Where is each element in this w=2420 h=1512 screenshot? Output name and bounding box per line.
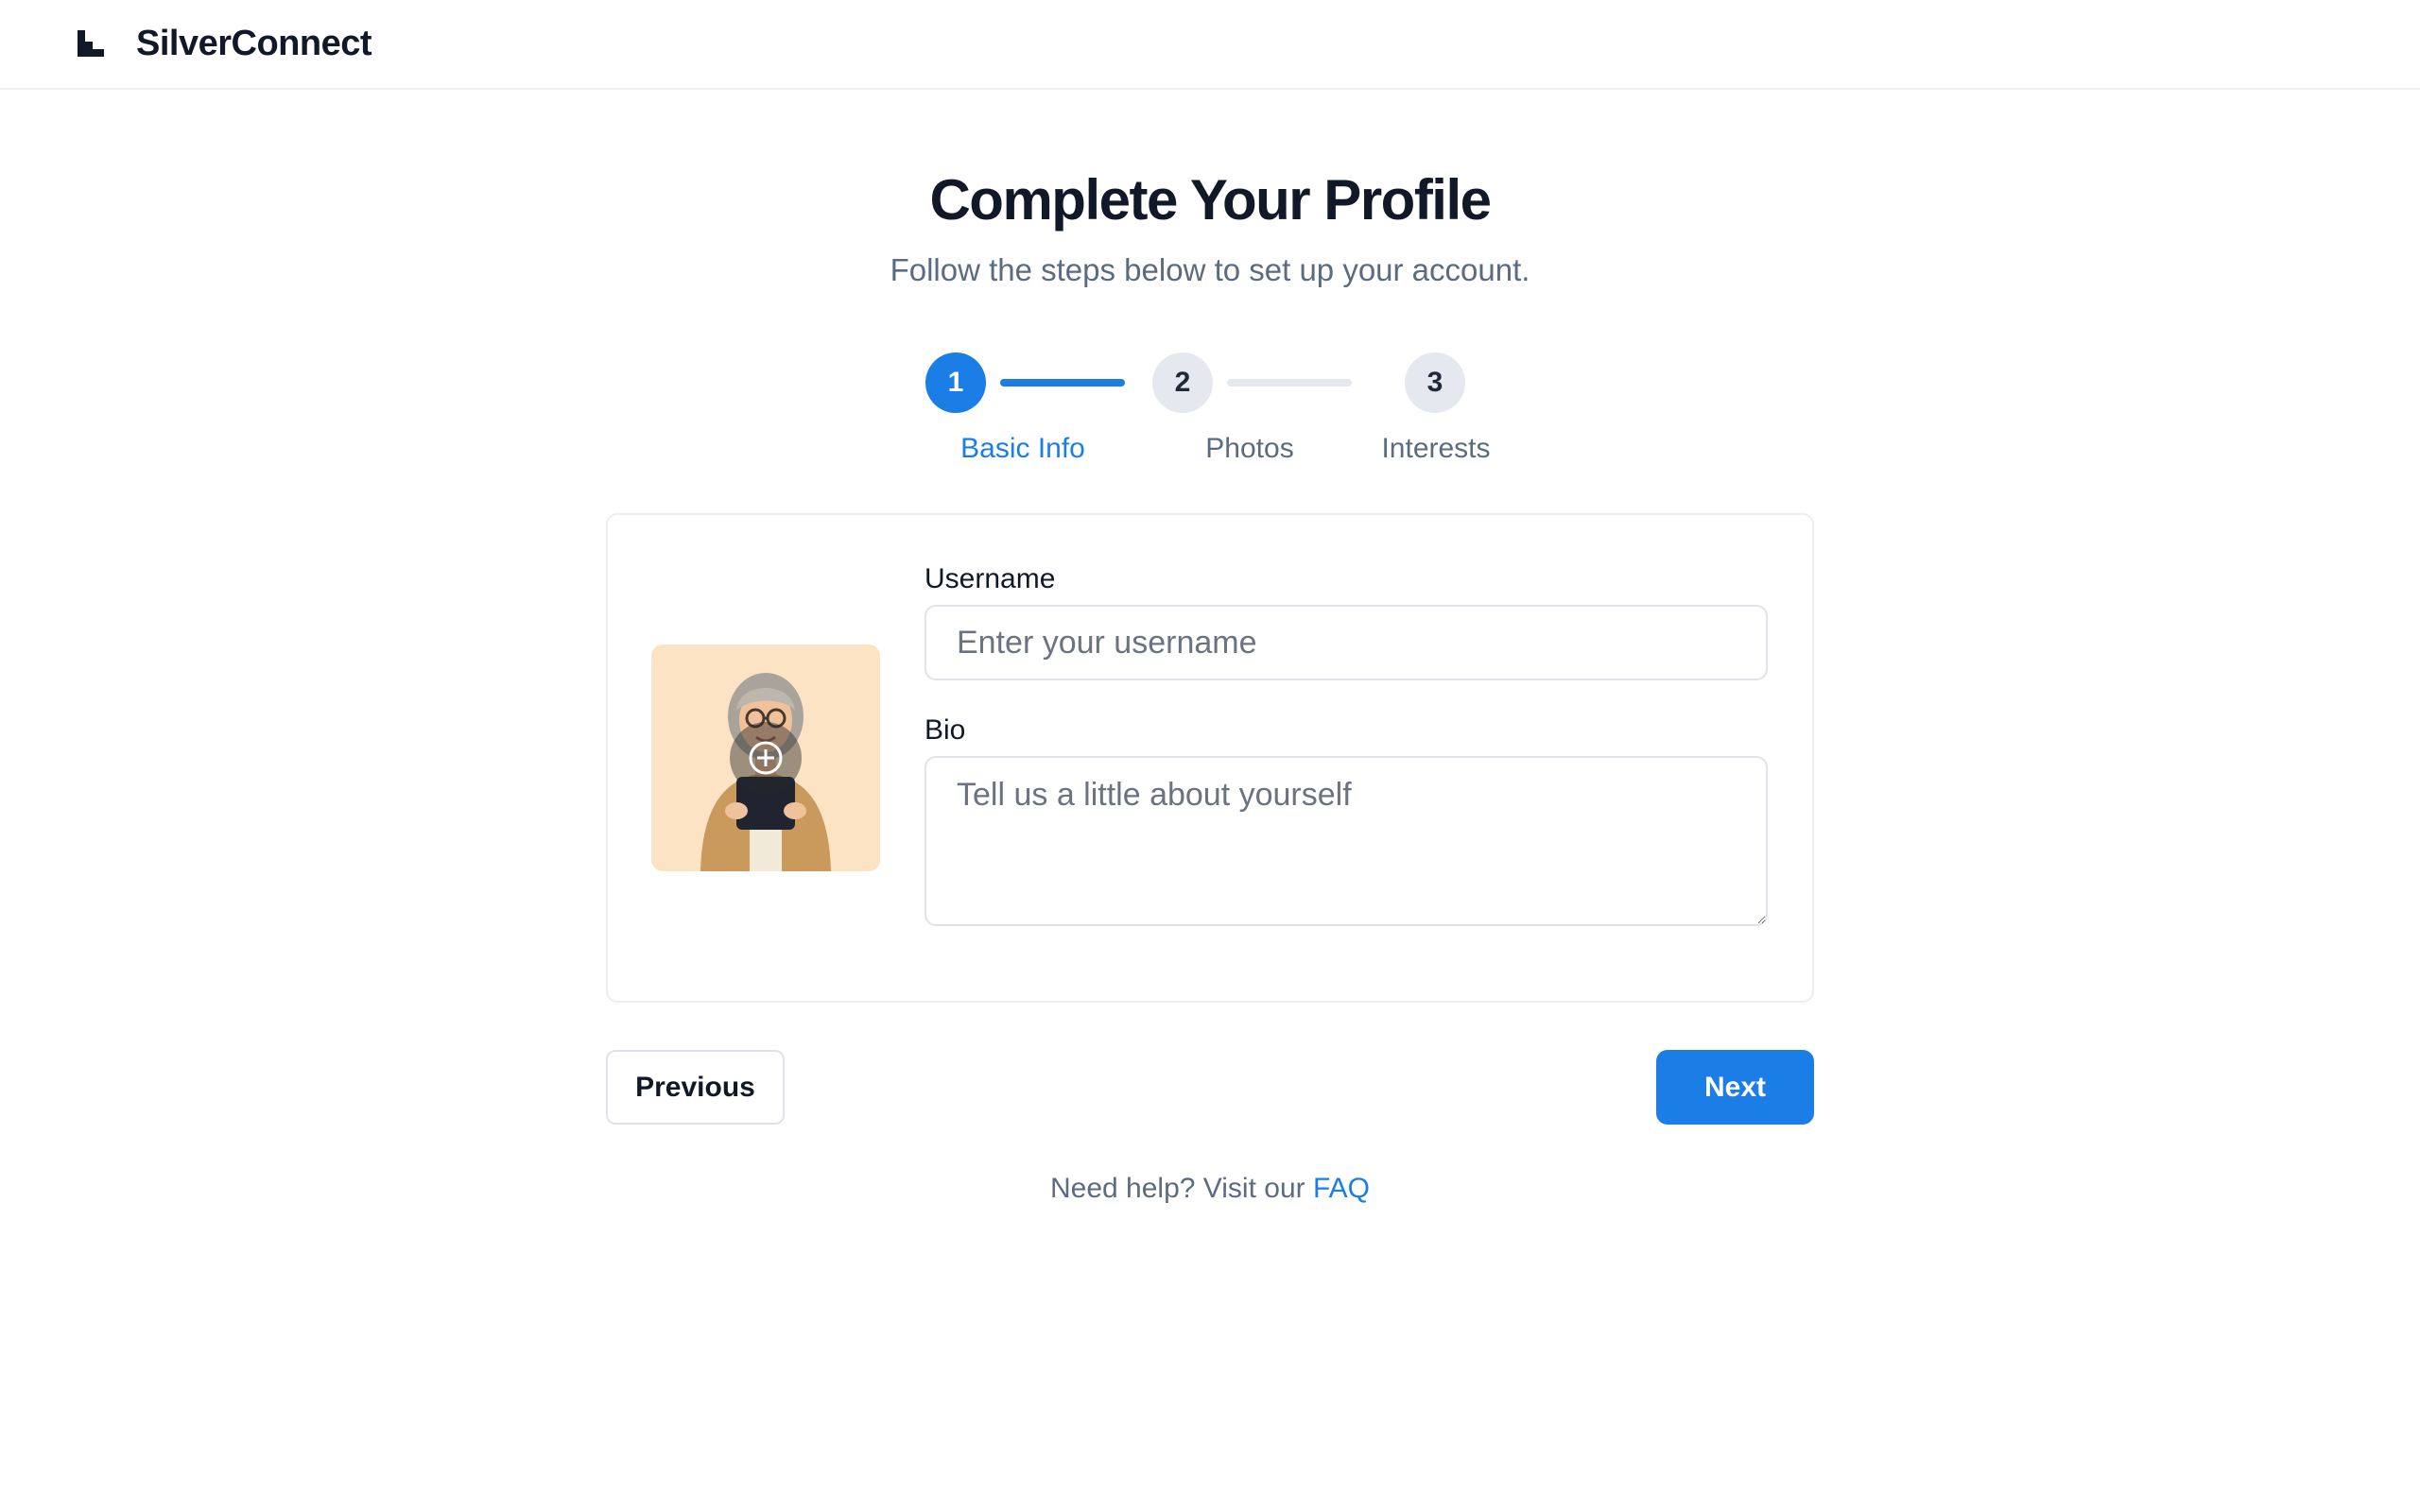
bio-label: Bio [925,714,966,746]
previous-button[interactable]: Previous [606,1050,785,1125]
step-1-connector [1000,379,1125,387]
bio-textarea[interactable] [925,756,1768,926]
help-text: Need help? Visit our FAQ [0,1170,2420,1208]
page-title: Complete Your Profile [929,168,1492,232]
step-1-indicator[interactable]: 1 [925,352,986,413]
profile-photo-upload[interactable] [651,644,880,871]
faq-link[interactable]: FAQ [1313,1173,1370,1204]
step-3-label: Interests [1381,433,1491,464]
step-2-label: Photos [1205,433,1294,464]
help-prefix: Need help? Visit our [1050,1173,1313,1204]
step-3-indicator[interactable]: 3 [1405,352,1465,413]
page-subtitle: Follow the steps below to set up your ac… [890,252,1530,287]
add-photo-icon[interactable] [728,720,804,796]
step-2-indicator[interactable]: 2 [1152,352,1213,413]
brand-logo-icon[interactable] [78,30,104,57]
brand-name[interactable]: SilverConnect [136,21,372,66]
next-button[interactable]: Next [1656,1050,1814,1125]
step-2-connector [1227,379,1352,387]
username-label: Username [925,563,1056,594]
username-input[interactable] [925,605,1768,680]
top-navigation-bar: SilverConnect [0,0,2420,90]
step-1-label: Basic Info [960,433,1085,464]
